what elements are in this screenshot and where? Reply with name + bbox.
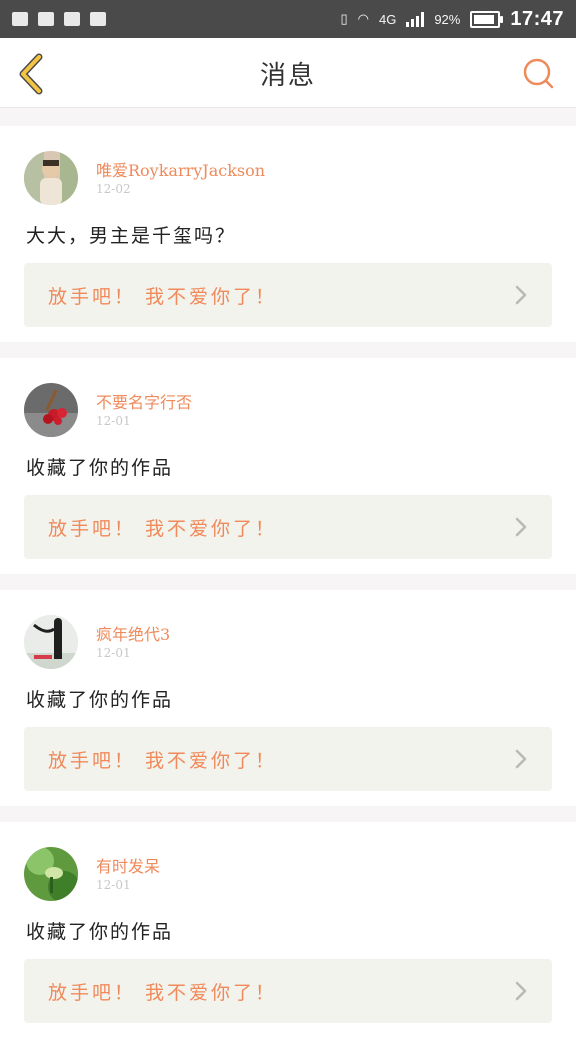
status-bar: ▯ ◠ 4G 92% 17:47 [0, 0, 576, 38]
clock: 17:47 [510, 7, 564, 30]
avatar[interactable] [24, 151, 78, 205]
chevron-right-icon [512, 282, 530, 308]
quoted-work-link[interactable]: 放手吧！ 我不爱你了！ [24, 495, 552, 559]
message-date: 12-01 [96, 414, 131, 428]
top-navigation-bar: 消息 [0, 38, 576, 108]
message-card: 不要名字行否 12-01 收藏了你的作品 放手吧！ 我不爱你了！ [0, 358, 576, 574]
quoted-work-link[interactable]: 放手吧！ 我不爱你了！ [24, 263, 552, 327]
message-date: 12-02 [96, 182, 131, 196]
quoted-work-link[interactable]: 放手吧！ 我不爱你了！ [24, 727, 552, 791]
app-grid-icon [38, 12, 54, 26]
quoted-work-title: 放手吧！ 我不爱你了！ [48, 285, 278, 308]
avatar[interactable] [24, 615, 78, 669]
message-date: 12-01 [96, 878, 131, 892]
message-card: 有时发呆 12-01 收藏了你的作品 放手吧！ 我不爱你了！ [0, 822, 576, 1038]
app-grid-icon [90, 12, 106, 26]
chevron-right-icon [512, 514, 530, 540]
search-button[interactable] [518, 53, 558, 93]
chevron-right-icon [512, 746, 530, 772]
page-title: 消息 [259, 60, 316, 91]
battery-icon [470, 10, 504, 28]
battery-percent: 92% [434, 11, 461, 27]
wifi-icon: ◠ [357, 11, 369, 26]
vibrate-icon: ▯ [340, 11, 348, 26]
username[interactable]: 唯爱RoykarryJackson [96, 157, 265, 181]
avatar[interactable] [24, 847, 78, 901]
message-text: 收藏了你的作品 [26, 689, 174, 711]
message-card: 唯爱RoykarryJackson 12-02 大大，男主是千玺吗？ 放手吧！ … [0, 126, 576, 342]
gallery-icon [12, 12, 28, 26]
heart-pulse-icon [64, 12, 80, 26]
signal-icon [406, 11, 425, 27]
quoted-work-link[interactable]: 放手吧！ 我不爱你了！ [24, 959, 552, 1023]
quoted-work-title: 放手吧！ 我不爱你了！ [48, 981, 278, 1004]
status-system-icons: ▯ ◠ 4G 92% 17:47 [340, 8, 564, 31]
message-text: 收藏了你的作品 [26, 457, 174, 479]
message-date: 12-01 [96, 646, 131, 660]
chevron-right-icon [512, 978, 530, 1004]
network-type: 4G [378, 11, 397, 27]
status-notification-icons [12, 12, 106, 26]
username[interactable]: 有时发呆 [96, 853, 160, 877]
username[interactable]: 不要名字行否 [96, 389, 192, 413]
search-icon [523, 58, 554, 89]
quoted-work-title: 放手吧！ 我不爱你了！ [48, 517, 278, 540]
message-text: 收藏了你的作品 [26, 921, 174, 943]
message-text: 大大，男主是千玺吗？ [26, 225, 237, 247]
avatar[interactable] [24, 383, 78, 437]
message-list: 唯爱RoykarryJackson 12-02 大大，男主是千玺吗？ 放手吧！ … [0, 108, 576, 1038]
username[interactable]: 疯年绝代3 [96, 621, 170, 645]
quoted-work-title: 放手吧！ 我不爱你了！ [48, 749, 278, 772]
message-card: 疯年绝代3 12-01 收藏了你的作品 放手吧！ 我不爱你了！ [0, 590, 576, 806]
